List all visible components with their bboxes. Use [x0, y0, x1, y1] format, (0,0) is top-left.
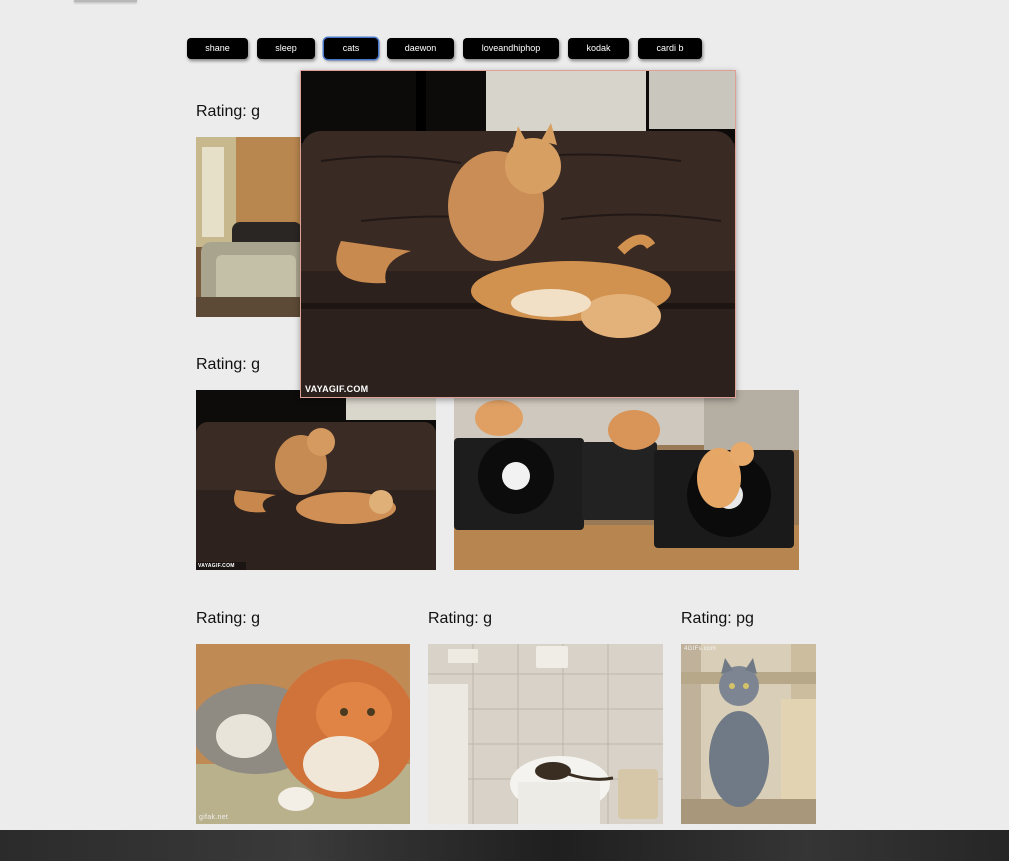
- topic-button-loveandhiphop[interactable]: loveandhiphop: [463, 38, 559, 59]
- top-nav-remnant: [74, 0, 137, 2]
- gif-rating-label: Rating: g: [196, 356, 261, 373]
- gif-rating-label: Rating: g: [196, 103, 261, 120]
- gif-rating-label: Rating: g: [428, 610, 493, 627]
- gif-watermark: VAYAGIF.COM: [198, 563, 235, 569]
- topic-button-shane[interactable]: shane: [187, 38, 248, 59]
- topic-button-cats[interactable]: cats: [324, 38, 378, 59]
- gif-watermark: 4GIFs.com: [684, 646, 717, 652]
- popup-watermark: VAYAGIF.COM: [305, 384, 369, 394]
- gif-cats-leather-sofa[interactable]: VAYAGIF.COM: [196, 390, 436, 570]
- topic-button-kodak[interactable]: kodak: [568, 38, 629, 59]
- gif-rating-label: Rating: g: [196, 610, 261, 627]
- footer-bar: [0, 830, 1009, 861]
- gif-rating-label: Rating: pg: [681, 610, 754, 627]
- gif-cats-sleeping[interactable]: gifak.net: [196, 644, 410, 824]
- gif-gray-cat-crate[interactable]: 4GIFs.com: [681, 644, 816, 824]
- gif-watermark: gifak.net: [199, 814, 229, 821]
- gif-preview-popup[interactable]: VAYAGIF.COM: [300, 70, 736, 398]
- gif-kitten-toilet[interactable]: [428, 644, 663, 824]
- topic-button-sleep[interactable]: sleep: [257, 38, 315, 59]
- topic-button-daewon[interactable]: daewon: [387, 38, 454, 59]
- topic-button-cardi-b[interactable]: cardi b: [638, 38, 702, 59]
- gif-kittens-turntables[interactable]: [454, 390, 799, 570]
